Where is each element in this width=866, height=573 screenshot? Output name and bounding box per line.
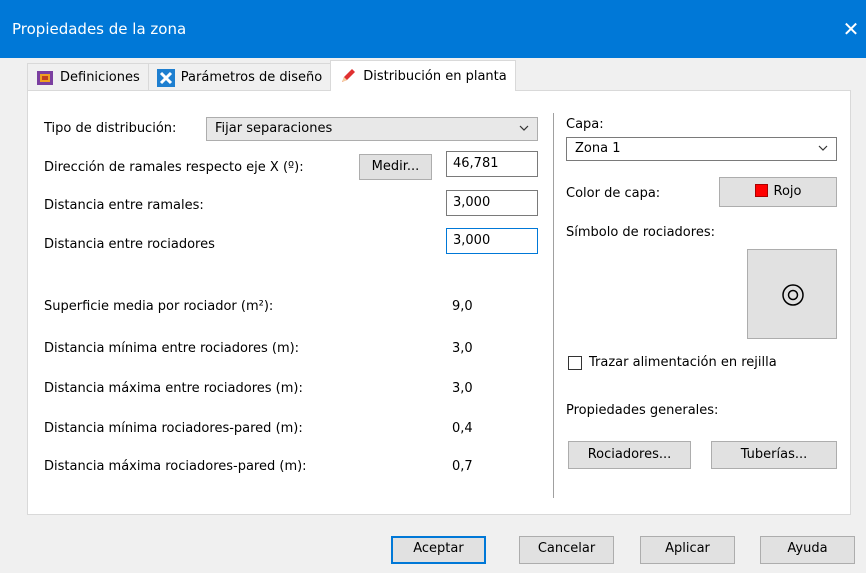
title-bar: Propiedades de la zona ✕ <box>0 0 866 58</box>
close-icon[interactable]: ✕ <box>836 14 866 44</box>
chevron-down-icon <box>519 125 529 131</box>
symbol-label: Símbolo de rociadores: <box>566 225 715 240</box>
result-label: Distancia máxima entre rociadores (m): <box>44 381 303 396</box>
tab-definiciones[interactable]: Definiciones <box>27 63 149 91</box>
accept-button[interactable]: Aceptar <box>391 536 486 564</box>
distribution-type-value: Fijar separaciones <box>215 121 333 136</box>
grid-feed-checkbox[interactable] <box>568 356 582 370</box>
grid-feed-label: Trazar alimentación en rejilla <box>589 355 777 370</box>
result-label: Superficie media por rociador (m²): <box>44 299 274 314</box>
result-label: Distancia máxima rociadores-pared (m): <box>44 459 307 474</box>
color-swatch <box>754 184 768 197</box>
distribution-panel: Tipo de distribución: Fijar separaciones… <box>27 90 851 515</box>
apply-button[interactable]: Aplicar <box>640 536 735 564</box>
layer-select[interactable]: Zona 1 <box>566 137 837 161</box>
direction-label: Dirección de ramales respecto eje X (º): <box>44 160 304 175</box>
window-title: Propiedades de la zona <box>12 20 187 38</box>
pencil-icon <box>339 67 357 85</box>
sprinkler-symbol-button[interactable] <box>747 249 837 339</box>
sprinkler-distance-label: Distancia entre rociadores <box>44 237 215 252</box>
definitions-icon <box>36 69 54 87</box>
layer-label: Capa: <box>566 117 604 132</box>
general-props-label: Propiedades generales: <box>566 403 719 418</box>
result-value: 9,0 <box>452 299 473 314</box>
help-button[interactable]: Ayuda <box>760 536 855 564</box>
measure-button[interactable]: Medir... <box>359 154 432 180</box>
tab-parametros[interactable]: Parámetros de diseño <box>147 63 332 91</box>
branch-distance-input[interactable]: 3,000 <box>446 190 538 216</box>
sprinklers-button[interactable]: Rociadores... <box>568 441 691 469</box>
result-value: 0,7 <box>452 459 473 474</box>
chevron-down-icon <box>818 145 828 151</box>
result-value: 3,0 <box>452 381 473 396</box>
layer-color-label: Color de capa: <box>566 186 661 201</box>
result-label: Distancia mínima entre rociadores (m): <box>44 341 300 356</box>
sprinkler-distance-input[interactable]: 3,000 <box>446 228 538 254</box>
result-value: 3,0 <box>452 341 473 356</box>
result-value: 0,4 <box>452 421 473 436</box>
layer-color-button[interactable]: Rojo <box>719 177 837 207</box>
tab-distribucion[interactable]: Distribución en planta <box>330 60 516 91</box>
tab-label: Definiciones <box>60 70 140 85</box>
cancel-button[interactable]: Cancelar <box>519 536 614 564</box>
column-divider <box>553 113 554 498</box>
tools-icon <box>156 68 175 87</box>
layer-value: Zona 1 <box>575 141 621 156</box>
sprinkler-symbol-icon <box>782 284 804 306</box>
layer-color-value: Rojo <box>773 184 802 199</box>
tab-strip: Definiciones Parámetros de diseño Distri… <box>27 60 516 91</box>
pipes-button[interactable]: Tuberías... <box>711 441 837 469</box>
distribution-type-label: Tipo de distribución: <box>44 121 177 136</box>
branch-distance-label: Distancia entre ramales: <box>44 198 204 213</box>
result-label: Distancia mínima rociadores-pared (m): <box>44 421 303 436</box>
direction-input[interactable]: 46,781 <box>446 151 538 177</box>
tab-label: Distribución en planta <box>363 68 507 84</box>
distribution-type-select[interactable]: Fijar separaciones <box>206 117 538 141</box>
tab-label: Parámetros de diseño <box>180 70 323 85</box>
